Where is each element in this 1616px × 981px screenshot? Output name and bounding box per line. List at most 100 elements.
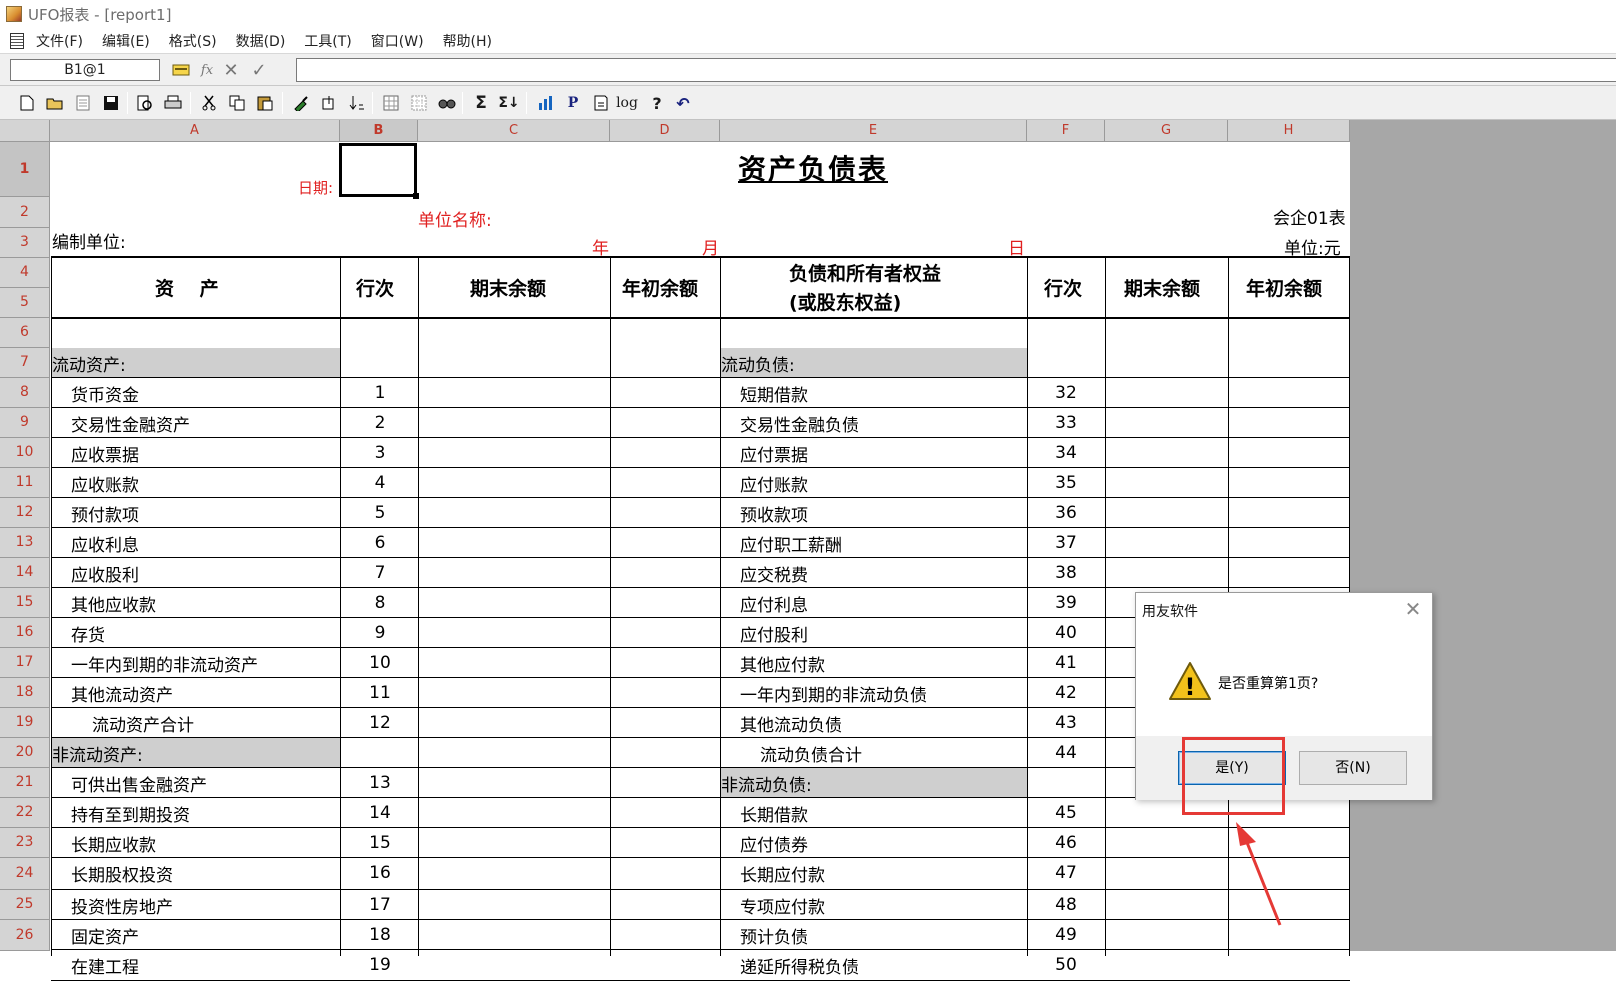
save-icon[interactable] [100,92,122,114]
menu-window[interactable]: 窗口(W) [371,31,424,51]
help-icon[interactable]: ? [646,92,668,114]
menu-format[interactable]: 格式(S) [169,31,217,51]
column-header-g[interactable]: G [1105,120,1228,142]
header-top-border [51,256,1350,258]
page-setup-icon[interactable] [590,92,612,114]
column-header-e[interactable]: E [720,120,1027,142]
format-brush-icon[interactable] [290,92,312,114]
row-header-14[interactable]: 14 [0,558,50,588]
liability-item-label: 其他流动负债 [740,716,842,736]
row-header-3[interactable]: 3 [0,228,50,258]
row-header-26[interactable]: 26 [0,920,50,951]
select-all-corner[interactable] [0,120,50,142]
log-icon[interactable]: log [616,92,638,114]
row-header-20[interactable]: 20 [0,738,50,768]
asset-item-label: 预付款项 [71,506,139,526]
no-button[interactable]: 否(N) [1299,751,1407,785]
sum-icon[interactable]: Σ [470,92,492,114]
section-label: 非流动负债: [721,776,812,796]
liability-line-no: 46 [1055,833,1077,853]
liability-item-label: 预计负债 [740,928,808,948]
row-header-5[interactable]: 5 [0,288,50,318]
chart-icon[interactable] [534,92,556,114]
preview-icon[interactable] [134,92,156,114]
row-header-2[interactable]: 2 [0,197,50,228]
row-border [51,557,1350,558]
menu-tools[interactable]: 工具(T) [304,31,351,51]
edit-cell-icon[interactable] [170,60,192,80]
asset-line-no: 2 [374,413,386,433]
row-header-11[interactable]: 11 [0,468,50,498]
liability-item-label: 交易性金融负债 [740,416,859,436]
row-header-17[interactable]: 17 [0,648,50,678]
row-header-10[interactable]: 10 [0,438,50,468]
page-icon[interactable] [72,92,94,114]
paste-icon[interactable] [254,92,276,114]
liability-item-label: 其他应付款 [740,656,825,676]
menu-help[interactable]: 帮助(H) [443,31,492,51]
liability-line-no: 42 [1055,683,1077,703]
row-header-12[interactable]: 12 [0,498,50,528]
liability-line-no: 32 [1055,383,1077,403]
header-begin-balance-right: 年初余额 [1246,278,1323,300]
formula-input[interactable] [296,58,1616,82]
selected-cell-b1[interactable] [339,143,419,199]
toolbar: Σ Σ↓ P log ? ↶ [0,86,1616,120]
row-header-7[interactable]: 7 [0,348,50,378]
print-icon[interactable] [162,92,184,114]
close-icon[interactable]: ✕ [1402,597,1424,621]
hide-grid-icon[interactable] [408,92,430,114]
liability-line-no: 38 [1055,563,1077,583]
cell-reference-box[interactable]: B1@1 [10,59,160,81]
cut-icon[interactable] [198,92,220,114]
undo-icon[interactable]: ↶ [672,92,694,114]
row-header-24[interactable]: 24 [0,858,50,890]
menu-file[interactable]: 文件(F) [36,31,83,51]
function-icon[interactable]: fx [196,60,218,80]
row-header-25[interactable]: 25 [0,890,50,920]
fill-icon[interactable] [318,92,340,114]
row-header-8[interactable]: 8 [0,378,50,408]
copy-icon[interactable] [226,92,248,114]
column-header-h[interactable]: H [1228,120,1350,142]
row-header-21[interactable]: 21 [0,768,50,798]
column-header-b[interactable]: B [340,120,418,142]
row-header-16[interactable]: 16 [0,618,50,648]
header-end-balance-left: 期末余额 [470,278,547,300]
row-header-13[interactable]: 13 [0,528,50,558]
new-icon[interactable] [16,92,38,114]
section-label: 流动负债: [721,356,795,376]
annotation-arrow-icon [1236,822,1282,926]
document-icon[interactable] [10,32,24,49]
row-header-9[interactable]: 9 [0,408,50,438]
column-header-c[interactable]: C [418,120,610,142]
row-header-19[interactable]: 19 [0,708,50,738]
menu-data[interactable]: 数据(D) [236,31,286,51]
row-header-18[interactable]: 18 [0,678,50,708]
form-number: 会企01表 [1273,209,1346,229]
liability-line-no: 47 [1055,863,1077,883]
row-header-1[interactable]: 1 [0,142,50,197]
grid-icon[interactable] [380,92,402,114]
column-border [610,256,611,956]
asset-line-no: 19 [369,955,391,975]
row-header-22[interactable]: 22 [0,798,50,828]
sum-sheet-icon[interactable]: Σ↓ [498,92,520,114]
column-header-a[interactable]: A [50,120,340,142]
row-header-23[interactable]: 23 [0,828,50,858]
row-header-15[interactable]: 15 [0,588,50,618]
p-icon[interactable]: P [562,92,584,114]
liability-item-label: 专项应付款 [740,898,825,918]
sort-icon[interactable] [346,92,368,114]
warning-icon: ! [1168,661,1212,701]
row-header-6[interactable]: 6 [0,318,50,348]
open-icon[interactable] [44,92,66,114]
row-border [51,827,1350,828]
menu-edit[interactable]: 编辑(E) [102,31,150,51]
row-header-4[interactable]: 4 [0,258,50,288]
find-icon[interactable] [436,92,458,114]
column-header-f[interactable]: F [1027,120,1105,142]
column-header-d[interactable]: D [610,120,720,142]
confirm-icon[interactable]: ✓ [248,60,270,81]
cancel-icon[interactable]: ✕ [220,60,242,81]
